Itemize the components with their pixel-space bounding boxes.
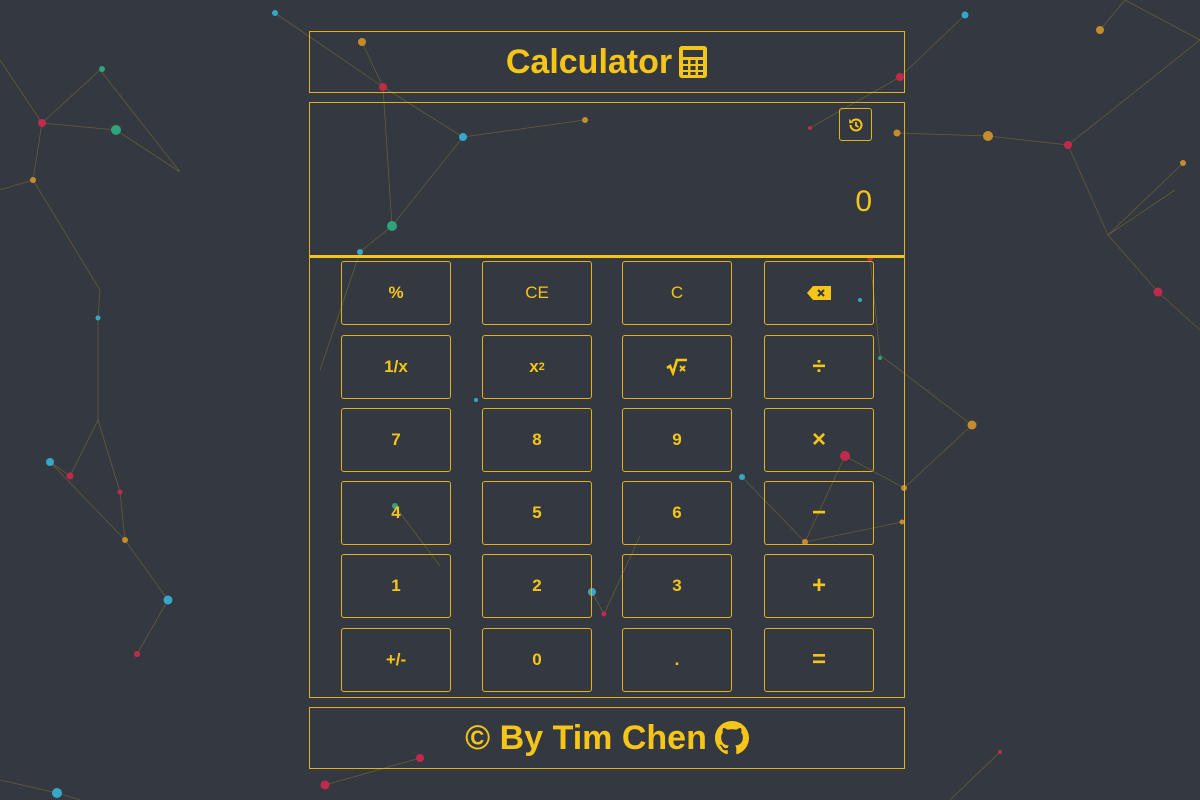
- plus-button[interactable]: +: [764, 554, 874, 618]
- calculator-icon: [678, 45, 708, 79]
- square-root-button[interactable]: [622, 335, 732, 399]
- digit-7-button[interactable]: 7: [341, 408, 451, 472]
- digit-8-button[interactable]: 8: [482, 408, 592, 472]
- square-button[interactable]: x2: [482, 335, 592, 399]
- digit-9-button[interactable]: 9: [622, 408, 732, 472]
- history-icon: [847, 116, 865, 134]
- backspace-icon: [806, 285, 832, 301]
- display-value: 0: [855, 185, 872, 218]
- digit-6-button[interactable]: 6: [622, 481, 732, 545]
- digit-3-button[interactable]: 3: [622, 554, 732, 618]
- author-credit[interactable]: © By Tim Chen: [465, 719, 707, 758]
- title-bar: Calculator: [309, 31, 905, 93]
- percent-button[interactable]: %: [341, 261, 451, 325]
- display-panel: 0: [310, 103, 904, 258]
- negate-button[interactable]: +/-: [341, 628, 451, 692]
- multiply-button[interactable]: ×: [764, 408, 874, 472]
- backspace-button[interactable]: [764, 261, 874, 325]
- square-exponent: 2: [538, 361, 545, 373]
- digit-0-button[interactable]: 0: [482, 628, 592, 692]
- history-button[interactable]: [839, 108, 872, 141]
- digit-4-button[interactable]: 4: [341, 481, 451, 545]
- github-icon[interactable]: [714, 721, 749, 755]
- divide-button[interactable]: ÷: [764, 335, 874, 399]
- footer-bar: © By Tim Chen: [309, 707, 905, 769]
- clear-button[interactable]: C: [622, 261, 732, 325]
- square-base: x: [529, 357, 539, 376]
- digit-2-button[interactable]: 2: [482, 554, 592, 618]
- equals-button[interactable]: =: [764, 628, 874, 692]
- page-title: Calculator: [505, 42, 673, 81]
- digit-1-button[interactable]: 1: [341, 554, 451, 618]
- calculator-body: 0 % CE C 1/x x2 ÷ 7 8 9 × 4 5 6 − 1 2 3: [309, 102, 905, 698]
- reciprocal-button[interactable]: 1/x: [341, 335, 451, 399]
- digit-5-button[interactable]: 5: [482, 481, 592, 545]
- minus-button[interactable]: −: [764, 481, 874, 545]
- clear-entry-button[interactable]: CE: [482, 261, 592, 325]
- decimal-button[interactable]: .: [622, 628, 732, 692]
- square-root-icon: [666, 358, 688, 376]
